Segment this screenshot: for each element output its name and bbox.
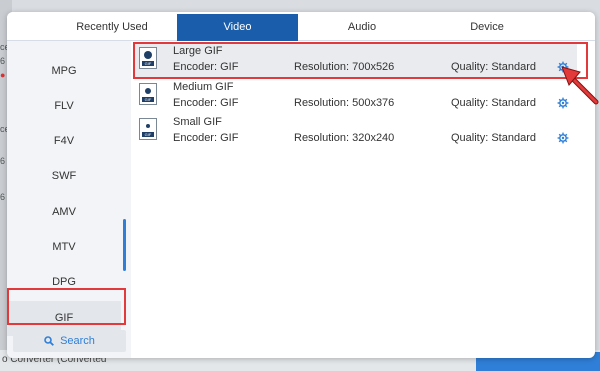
format-popup: Recently Used Video Audio Device MPG FLV…: [7, 12, 595, 358]
preset-quality: Quality: Standard: [451, 97, 536, 109]
background-fragment: 6: [0, 56, 6, 66]
format-item-amv[interactable]: AMV: [7, 195, 121, 230]
preset-small-gif[interactable]: GIF Small GIF Encoder: GIF Resolution: 3…: [133, 114, 577, 149]
preset-quality: Quality: Standard: [451, 61, 536, 73]
tab-audio[interactable]: Audio: [297, 14, 427, 41]
preset-large-gif[interactable]: GIF Large GIF Encoder: GIF Resolution: 7…: [133, 43, 577, 78]
preset-encoder: Encoder: GIF: [173, 97, 239, 109]
preset-encoder: Encoder: GIF: [173, 132, 239, 144]
tab-video[interactable]: Video: [177, 14, 298, 41]
format-item-flv[interactable]: FLV: [7, 89, 121, 124]
search-label: Search: [60, 335, 95, 347]
svg-text:GIF: GIF: [145, 97, 152, 102]
gear-icon[interactable]: [557, 132, 569, 144]
gif-file-icon: GIF: [139, 118, 157, 140]
preset-quality: Quality: Standard: [451, 132, 536, 144]
gif-file-icon: GIF: [139, 83, 157, 105]
format-item-dpg[interactable]: DPG: [7, 265, 121, 300]
format-item-mtv[interactable]: MTV: [7, 230, 121, 265]
preset-resolution: Resolution: 700x526: [294, 61, 395, 73]
svg-text:GIF: GIF: [145, 61, 152, 66]
sidebar-scrollbar[interactable]: [123, 219, 126, 271]
tab-recently-used[interactable]: Recently Used: [42, 14, 182, 41]
svg-text:GIF: GIF: [145, 132, 152, 137]
background-fragment-red: ●: [0, 70, 6, 80]
preset-resolution: Resolution: 320x240: [294, 132, 395, 144]
gif-file-icon: GIF: [139, 47, 157, 69]
preset-name: Small GIF: [173, 116, 222, 128]
search-icon: [44, 336, 54, 346]
preset-name: Large GIF: [173, 45, 223, 57]
format-sidebar: MPG FLV F4V SWF AMV MTV DPG GIF: [7, 41, 131, 358]
background-fragment: 6: [0, 192, 6, 202]
search-button[interactable]: Search: [13, 330, 126, 352]
gear-icon[interactable]: [557, 61, 569, 73]
preset-resolution: Resolution: 500x376: [294, 97, 395, 109]
preset-medium-gif[interactable]: GIF Medium GIF Encoder: GIF Resolution: …: [133, 79, 577, 114]
format-item-f4v[interactable]: F4V: [7, 124, 121, 159]
tab-bar: Recently Used Video Audio Device: [7, 12, 595, 41]
tab-device[interactable]: Device: [427, 14, 547, 41]
background-fragment: 6: [0, 156, 6, 166]
gear-icon[interactable]: [557, 97, 569, 109]
format-item-swf[interactable]: SWF: [7, 159, 121, 194]
preset-encoder: Encoder: GIF: [173, 61, 239, 73]
format-item-mpg[interactable]: MPG: [7, 54, 121, 89]
preset-name: Medium GIF: [173, 81, 234, 93]
